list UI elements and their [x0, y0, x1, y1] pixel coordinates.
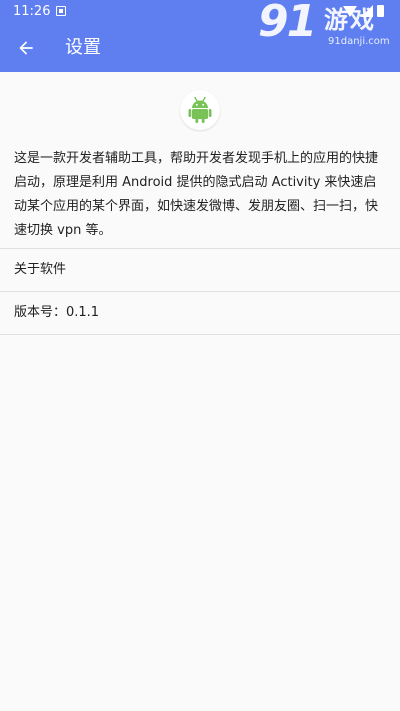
watermark-logo: 91 游戏 91danji.com: [258, 0, 396, 54]
app-description: 这是一款开发者辅助工具，帮助开发者发现手机上的应用的快捷启动，原理是利用 And…: [14, 151, 379, 238]
android-robot-icon: [188, 96, 212, 123]
watermark-brand: 游戏: [324, 6, 376, 34]
status-time: 11:26: [13, 4, 51, 19]
version-label: 版本号：0.1.1: [14, 305, 100, 320]
notification-icon: [56, 6, 66, 16]
divider: [0, 334, 400, 335]
page-title: 设置: [65, 37, 101, 58]
back-button[interactable]: [4, 24, 48, 72]
about-software-item[interactable]: 关于软件: [0, 249, 400, 292]
version-item: 版本号：0.1.1: [0, 292, 400, 335]
about-software-label: 关于软件: [14, 262, 67, 277]
watermark-number: 91: [258, 0, 317, 47]
arrow-back-icon: [19, 41, 33, 55]
app-logo: [180, 90, 220, 130]
watermark-url: 91danji.com: [328, 36, 390, 47]
